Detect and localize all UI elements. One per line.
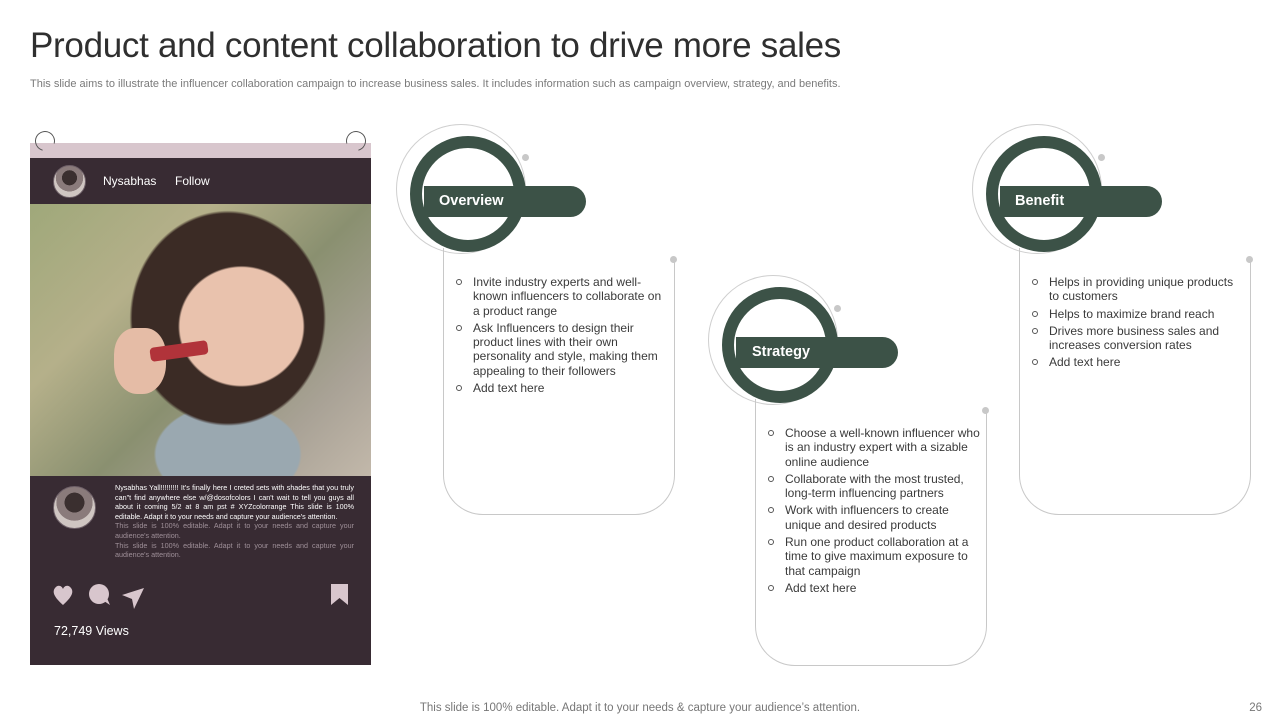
list-item: Ask Influencers to design their product … [454, 321, 669, 378]
connector-dot [834, 305, 841, 312]
post-photo [30, 204, 371, 476]
overview-box: Invite industry experts and well-known i… [443, 262, 675, 515]
post-caption: Nysabhas Yall!!!!!!!!! It's finally here… [115, 483, 354, 560]
list-item: Work with influencers to create unique a… [766, 503, 981, 532]
connector-dot [1098, 154, 1105, 161]
binder-ring-icon [31, 127, 59, 155]
list-item: Add text here [1030, 355, 1245, 369]
phone-top-band [30, 127, 371, 158]
bookmark-icon [331, 584, 348, 605]
send-icon [122, 588, 144, 609]
page-number: 26 [1249, 702, 1262, 714]
list-item: Run one product collaboration at a time … [766, 535, 981, 578]
caption-dim-text: This slide is 100% editable. Adapt it to… [115, 521, 354, 540]
overview-box-edge [443, 248, 444, 268]
binder-ring-icon [342, 127, 370, 155]
connector-dot [670, 256, 677, 263]
caption-dim-text: This slide is 100% editable. Adapt it to… [115, 540, 354, 560]
caption-avatar[interactable] [53, 486, 96, 529]
overview-list: Invite industry experts and well-known i… [454, 275, 669, 398]
strategy-box-edge [755, 399, 756, 419]
strategy-label-text: Strategy [752, 344, 811, 360]
connector-dot [982, 407, 989, 414]
profile-avatar[interactable] [53, 165, 86, 198]
list-item: Helps to maximize brand reach [1030, 307, 1245, 321]
phone-mockup: Nysabhas Follow Nysabhas Yall!!!!!!!!! I… [30, 127, 371, 665]
list-item: Add text here [454, 381, 669, 395]
slide-subtitle: This slide aims to illustrate the influe… [30, 78, 841, 90]
overview-label-text: Overview [439, 193, 504, 209]
strategy-box: Choose a well-known influencer who is an… [755, 413, 987, 666]
overview-label: Overview [424, 186, 586, 217]
list-item: Helps in providing unique products to cu… [1030, 275, 1245, 304]
benefit-list: Helps in providing unique products to cu… [1030, 275, 1245, 373]
post-actions [53, 584, 348, 609]
profile-username[interactable]: Nysabhas [103, 174, 156, 188]
slide-title: Product and content collaboration to dri… [30, 26, 841, 65]
connector-dot [1246, 256, 1253, 263]
strategy-list: Choose a well-known influencer who is an… [766, 426, 981, 598]
strategy-label: Strategy [736, 337, 898, 368]
benefit-box-edge [1019, 248, 1020, 268]
photo-hand-shape [114, 328, 166, 394]
list-item: Choose a well-known influencer who is an… [766, 426, 981, 469]
slide-footer: This slide is 100% editable. Adapt it to… [419, 702, 861, 714]
caption-main-text: Nysabhas Yall!!!!!!!!! It's finally here… [115, 483, 354, 521]
follow-button[interactable]: Follow [175, 174, 210, 188]
connector-dot [522, 154, 529, 161]
list-item: Collaborate with the most trusted, long-… [766, 472, 981, 501]
benefit-label-text: Benefit [1015, 193, 1065, 209]
list-item: Add text here [766, 581, 981, 595]
heart-icon [53, 585, 73, 605]
list-item: Drives more business sales and increases… [1030, 324, 1245, 353]
benefit-box: Helps in providing unique products to cu… [1019, 262, 1251, 515]
benefit-label: Benefit [1000, 186, 1162, 217]
views-count: 72,749 Views [54, 624, 129, 638]
list-item: Invite industry experts and well-known i… [454, 275, 669, 318]
